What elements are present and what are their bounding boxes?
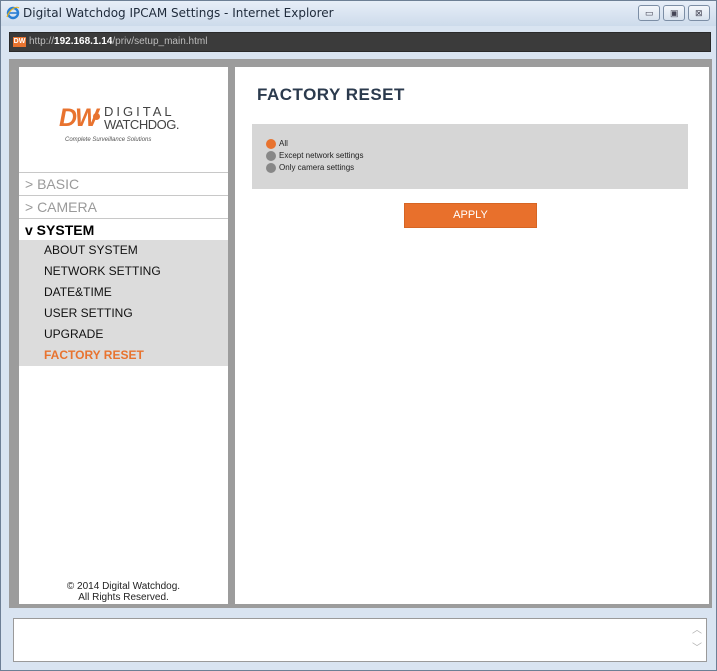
radio-selected-icon[interactable]	[266, 138, 276, 149]
sidebar-item-user-setting[interactable]: USER SETTING	[19, 303, 228, 324]
copyright: © 2014 Digital Watchdog. All Rights Rese…	[19, 581, 228, 603]
scroll-up-icon[interactable]: ︿	[692, 622, 702, 640]
maximize-icon: ▣	[670, 8, 679, 18]
logo-line-2: WATCHDOG.	[104, 117, 179, 132]
address-bar[interactable]: DW http://192.168.1.14/priv/setup_main.h…	[9, 32, 711, 52]
window-controls: ▭ ▣ ⊠	[638, 5, 710, 21]
sidebar-item-about-system[interactable]: ABOUT SYSTEM	[19, 240, 228, 261]
sidebar-item-system[interactable]: v SYSTEM	[19, 218, 228, 240]
copyright-line-1: © 2014 Digital Watchdog.	[66, 581, 181, 592]
status-text-area[interactable]: ︿ ﹀	[13, 618, 707, 662]
sidebar-item-upgrade[interactable]: UPGRADE	[19, 324, 228, 345]
url-host: 192.168.1.14	[54, 36, 113, 47]
close-button[interactable]: ⊠	[688, 5, 710, 21]
reset-options-group: All Except network settings Only camera …	[252, 124, 688, 189]
scroll-down-icon[interactable]: ﹀	[692, 640, 702, 658]
sidebar-item-date-time[interactable]: DATE&TIME	[19, 282, 228, 303]
radio-icon[interactable]	[266, 162, 276, 173]
page-content: DW DIGITAL WATCHDOG. Complete Surveillan…	[9, 59, 712, 608]
logo-mark: DW	[59, 104, 99, 132]
system-submenu: ABOUT SYSTEM NETWORK SETTING DATE&TIME U…	[19, 240, 228, 366]
sidebar-item-basic[interactable]: > BASIC	[19, 172, 228, 195]
title-bar: Digital Watchdog IPCAM Settings - Intern…	[1, 1, 716, 26]
minimize-icon: ▭	[645, 8, 654, 18]
apply-button[interactable]: APPLY	[404, 203, 537, 228]
sidebar: DW DIGITAL WATCHDOG. Complete Surveillan…	[19, 67, 228, 604]
sidebar-item-factory-reset[interactable]: FACTORY RESET	[19, 345, 228, 366]
sidebar-item-network-setting[interactable]: NETWORK SETTING	[19, 261, 228, 282]
browser-window: Digital Watchdog IPCAM Settings - Intern…	[0, 0, 717, 671]
address-url[interactable]: http://192.168.1.14/priv/setup_main.html	[29, 36, 207, 47]
sidebar-menu: > BASIC > CAMERA v SYSTEM ABOUT SYSTEM N…	[19, 172, 228, 366]
option-label: Only camera settings	[279, 163, 355, 172]
option-label: All	[279, 139, 288, 148]
radio-icon[interactable]	[266, 150, 276, 161]
option-label: Except network settings	[279, 151, 364, 160]
url-path: /priv/setup_main.html	[112, 36, 208, 47]
internet-explorer-icon	[6, 6, 20, 20]
logo-dot-icon	[93, 113, 100, 120]
main-panel: FACTORY RESET All Except network setting…	[235, 67, 709, 604]
page-title: FACTORY RESET	[257, 85, 405, 104]
window-title: Digital Watchdog IPCAM Settings - Intern…	[23, 6, 334, 20]
digital-watchdog-logo: DW DIGITAL WATCHDOG. Complete Surveillan…	[59, 103, 199, 155]
option-only-camera[interactable]: Only camera settings	[266, 162, 354, 173]
site-favicon: DW	[13, 37, 26, 47]
sidebar-item-camera[interactable]: > CAMERA	[19, 195, 228, 218]
maximize-button[interactable]: ▣	[663, 5, 685, 21]
scrollbar[interactable]: ︿ ﹀	[692, 622, 702, 658]
copyright-line-2: All Rights Reserved.	[78, 592, 169, 603]
option-all[interactable]: All	[266, 138, 288, 149]
option-except-network[interactable]: Except network settings	[266, 150, 363, 161]
logo-tagline: Complete Surveillance Solutions	[65, 137, 152, 143]
close-icon: ⊠	[695, 8, 703, 18]
url-prefix: http://	[29, 36, 55, 47]
minimize-button[interactable]: ▭	[638, 5, 660, 21]
